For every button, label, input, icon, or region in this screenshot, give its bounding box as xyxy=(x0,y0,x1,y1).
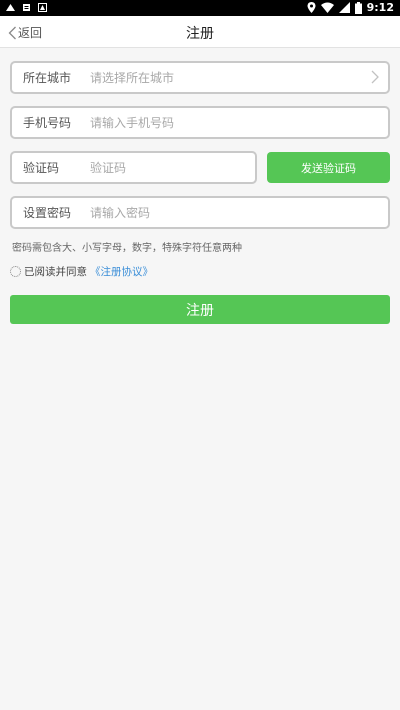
chevron-right-icon xyxy=(371,70,379,84)
city-field[interactable]: 所在城市 xyxy=(10,61,390,94)
download-icon xyxy=(38,3,47,12)
agreement-radio[interactable] xyxy=(10,266,21,277)
password-field[interactable]: 设置密码 xyxy=(10,196,390,229)
nav-bar: 返回 注册 xyxy=(0,16,400,48)
page-title: 注册 xyxy=(186,26,214,42)
code-label: 验证码 xyxy=(23,161,60,175)
code-field[interactable]: 验证码 xyxy=(10,151,257,184)
status-time: 9:12 xyxy=(366,1,394,14)
send-code-button[interactable]: 发送验证码 xyxy=(267,152,390,183)
agreement-text: 已阅读并同意 xyxy=(24,266,87,278)
phone-field[interactable]: 手机号码 xyxy=(10,106,390,139)
city-input[interactable] xyxy=(90,63,388,92)
agreement-row: 已阅读并同意 《注册协议》 xyxy=(10,264,153,279)
password-label: 设置密码 xyxy=(23,206,72,220)
location-icon xyxy=(307,2,316,13)
phone-label: 手机号码 xyxy=(23,116,72,130)
wifi-icon xyxy=(320,2,334,13)
city-label: 所在城市 xyxy=(23,71,72,85)
password-hint: 密码需包含大、小写字母，数字，特殊字符任意两种 xyxy=(12,243,242,254)
phone-input[interactable] xyxy=(90,108,388,137)
battery-icon xyxy=(354,1,362,14)
agreement-link[interactable]: 《注册协议》 xyxy=(90,264,153,279)
status-left-icons xyxy=(6,3,47,12)
register-button[interactable]: 注册 xyxy=(10,295,390,324)
status-bar: 9:12 xyxy=(0,0,400,16)
code-input[interactable] xyxy=(90,153,255,182)
status-right-icons: 9:12 xyxy=(307,1,394,14)
notification-icon xyxy=(6,4,15,11)
password-input[interactable] xyxy=(90,198,388,227)
sim-icon xyxy=(23,4,30,11)
signal-icon xyxy=(338,2,350,13)
